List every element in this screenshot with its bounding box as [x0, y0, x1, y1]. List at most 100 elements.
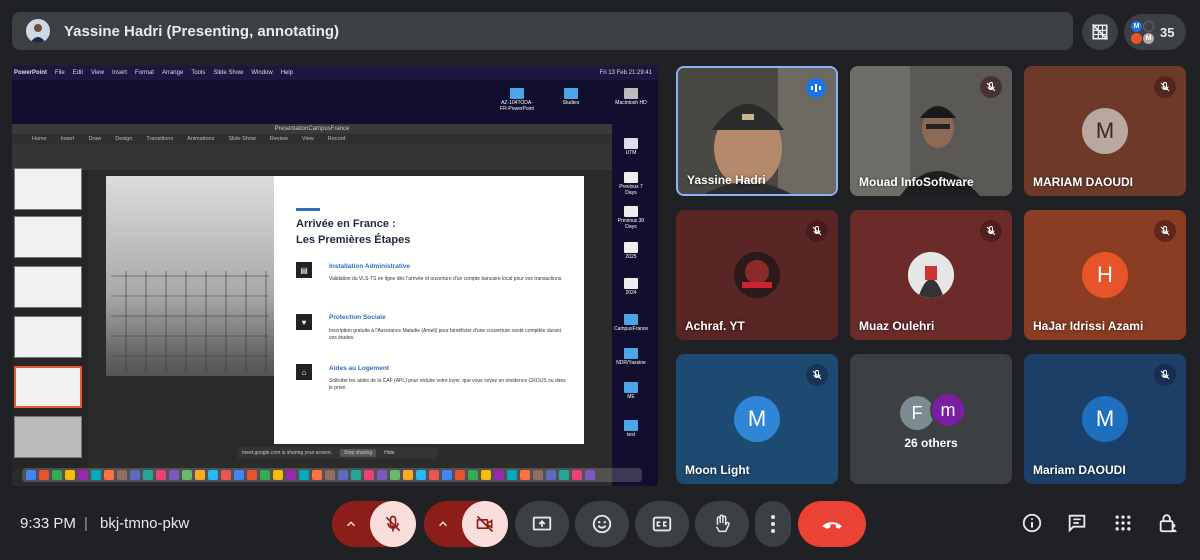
dock-app-icon: [182, 470, 192, 480]
tile-mariam-daoudi-upper[interactable]: M MARIAM DAOUDI: [1024, 66, 1186, 196]
desktop-icon: Studies: [554, 88, 588, 106]
tab-insert: Insert: [60, 136, 75, 142]
hide-button: Hide: [384, 450, 395, 456]
tab-review: Review: [269, 136, 288, 142]
dock-app-icon: [546, 470, 556, 480]
id-card-icon: ▤: [296, 262, 312, 278]
more-options-button[interactable]: [755, 501, 791, 547]
avatar: M: [1082, 108, 1128, 154]
dock-app-icon: [468, 470, 478, 480]
activities-button[interactable]: [1111, 511, 1135, 535]
video-options-button[interactable]: [424, 501, 462, 547]
dock-app-icon: [117, 470, 127, 480]
dock-app-icon: [416, 470, 426, 480]
more-vert-icon: [771, 515, 775, 533]
menu-slideshow: Slide Show: [213, 70, 244, 76]
mac-menubar: PowerPoint File Edit View Insert Format …: [12, 66, 658, 80]
tab-home: Home: [32, 136, 47, 142]
presenter-title: Yassine Hadri (Presenting, annotating): [64, 22, 340, 40]
dock-app-icon: [65, 470, 75, 480]
mic-off-icon: [1154, 364, 1176, 386]
avatar: M: [1082, 396, 1128, 442]
dock-app-icon: [377, 470, 387, 480]
participant-count: 35: [1160, 24, 1175, 40]
host-controls-button[interactable]: [1156, 511, 1180, 535]
tile-muaz[interactable]: Muaz Oulehri: [850, 210, 1012, 340]
dock-app-icon: [78, 470, 88, 480]
dock-app-icon: [52, 470, 62, 480]
dock-app-icon: [494, 470, 504, 480]
participants-button[interactable]: M M 35: [1124, 14, 1186, 50]
camera-off-icon: [476, 515, 494, 533]
tab-animations: Animations: [187, 136, 215, 142]
tab-transitions: Transitions: [146, 136, 174, 142]
dock-app-icon: [338, 470, 348, 480]
reactions-button[interactable]: [575, 501, 629, 547]
apps-grid-icon: [1115, 515, 1131, 531]
raise-hand-button[interactable]: [695, 501, 749, 547]
call-end-icon: [822, 522, 842, 529]
avatar: H: [1082, 252, 1128, 298]
dock-app-icon: [260, 470, 270, 480]
clock: 9:33 PM: [20, 515, 76, 532]
dock-app-icon: [520, 470, 530, 480]
tab-view: View: [301, 136, 314, 142]
menu-view: View: [91, 70, 104, 76]
mini-avatar: [1143, 20, 1154, 32]
share-notice-text: meet.google.com is sharing your screen.: [242, 450, 333, 456]
current-slide: Arrivée en France : Les Premières Étapes…: [106, 176, 584, 444]
camera-control: [424, 501, 508, 547]
chevron-up-icon: [438, 521, 448, 527]
tab-slideshow: Slide Show: [228, 136, 256, 142]
menu-app: PowerPoint: [14, 70, 48, 76]
mic-off-icon: [980, 76, 1002, 98]
avatar: F: [900, 396, 934, 430]
tile-mariam-daoudi-lower[interactable]: M Mariam DAOUDI: [1024, 354, 1186, 484]
hand-icon: [715, 514, 730, 533]
dock-app-icon: [130, 470, 140, 480]
emoji-icon: [592, 514, 612, 534]
present-to-all-icon: [532, 516, 552, 531]
present-screen-button[interactable]: [515, 501, 569, 547]
annotation-toggle-button[interactable]: [1082, 14, 1118, 50]
dock-app-icon: [585, 470, 595, 480]
slide-thumbnail: [14, 266, 82, 308]
tile-mouad[interactable]: Mouad InfoSoftware: [850, 66, 1012, 196]
presenter-banner: Yassine Hadri (Presenting, annotating): [12, 12, 1073, 50]
home-icon: ⌂: [296, 364, 312, 380]
building-photo: [106, 176, 274, 444]
dock-app-icon: [208, 470, 218, 480]
dock-app-icon: [325, 470, 335, 480]
participant-name: MARIAM DAOUDI: [1033, 175, 1133, 189]
leave-call-button[interactable]: [798, 501, 866, 547]
tile-hajar[interactable]: H HaJar Idrissi Azami: [1024, 210, 1186, 340]
mic-off-icon: [806, 364, 828, 386]
speaking-indicator: [806, 78, 826, 98]
camera-toggle-button[interactable]: [462, 501, 508, 547]
slide-thumbnail: [14, 168, 82, 210]
audio-options-button[interactable]: [332, 501, 370, 547]
dock-app-icon: [429, 470, 439, 480]
chat-button[interactable]: [1065, 511, 1089, 535]
menu-edit: Edit: [72, 70, 84, 76]
tile-achraf[interactable]: Achraf. YT: [676, 210, 838, 340]
menu-window: Window: [251, 70, 273, 76]
dock-app-icon: [533, 470, 543, 480]
captions-button[interactable]: [635, 501, 689, 547]
item-body: Validation du VLS-TS en ligne dès l'arri…: [329, 276, 563, 282]
slide-thumbnail: [14, 216, 82, 258]
chat-icon: [1068, 514, 1086, 533]
tile-yassine-hadri[interactable]: Yassine Hadri: [676, 66, 838, 196]
slide-title-line1: Arrivée en France :: [296, 218, 396, 230]
item-body: Inscription gratuite à l'Assurance Malad…: [329, 328, 562, 341]
tile-moon-light[interactable]: M Moon Light: [676, 354, 838, 484]
mic-toggle-button[interactable]: [370, 501, 416, 547]
participant-name: Yassine Hadri: [687, 173, 766, 187]
separator: |: [84, 515, 88, 532]
meeting-details-button[interactable]: [1020, 511, 1044, 535]
dock-app-icon: [572, 470, 582, 480]
mini-avatar: M: [1143, 32, 1154, 44]
desktop-icon: UTM: [614, 138, 648, 156]
dock-app-icon: [481, 470, 491, 480]
tile-others[interactable]: F m 26 others: [850, 354, 1012, 484]
